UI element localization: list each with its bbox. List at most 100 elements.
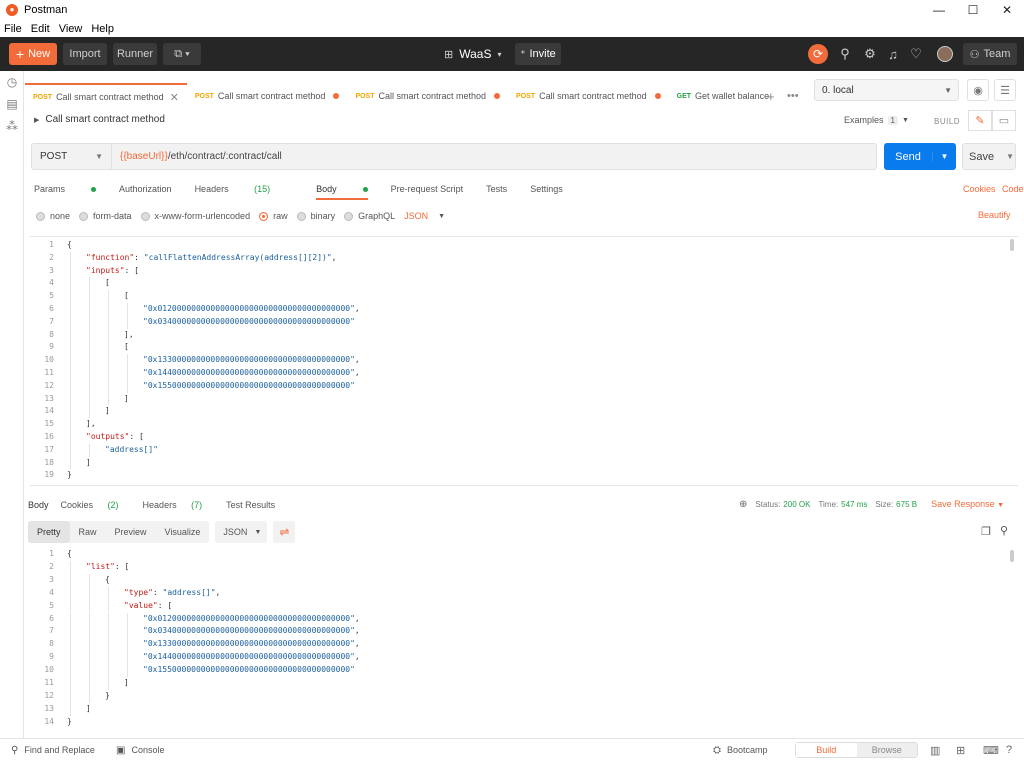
workspace-switcher[interactable]: ⊞ WaaS ▾ — [444, 43, 501, 65]
maximize-button[interactable]: ☐ — [956, 0, 990, 20]
collections-icon[interactable]: ▤ — [0, 93, 24, 115]
request-tab[interactable]: GET Get wallet balance — [669, 83, 777, 109]
examples-dropdown[interactable]: Examples 1 ▼ — [844, 115, 909, 125]
new-window-button[interactable]: ⧉ ▾ — [163, 43, 201, 65]
window-plus-icon: ⧉ ▾ — [174, 47, 190, 60]
send-options-chevron-icon[interactable]: ▼ — [932, 152, 956, 161]
request-tab[interactable]: POST Call smart contract method ✕ — [25, 83, 187, 109]
keyboard-shortcuts-icon[interactable]: ⌨ — [983, 744, 999, 757]
indent-guide — [70, 405, 71, 419]
minimize-button[interactable]: — — [922, 0, 956, 20]
indent-guide — [70, 586, 71, 600]
beautify-link[interactable]: Beautify — [978, 210, 1011, 220]
tab-authorization[interactable]: Authorization — [119, 180, 172, 200]
code-text: [ — [124, 290, 129, 302]
code-token: , — [331, 252, 337, 262]
menu-file[interactable]: File — [4, 23, 22, 35]
url-input[interactable]: {{baseUrl}}/eth/contract/:contract/call — [112, 151, 282, 162]
view-visualize[interactable]: Visualize — [156, 521, 210, 543]
find-replace-button[interactable]: ⚲ Find and Replace — [11, 745, 95, 756]
save-response-button[interactable]: Save Response ▼ — [931, 499, 1004, 509]
build-toggle[interactable]: Build — [796, 743, 857, 757]
copy-icon[interactable]: ❐ — [981, 525, 991, 538]
close-window-button[interactable]: ✕ — [990, 0, 1024, 20]
response-format-select[interactable]: JSON ▼ — [215, 521, 268, 543]
indent-guide — [127, 379, 128, 393]
import-button[interactable]: Import — [63, 43, 107, 65]
search-icon[interactable]: ⚲ — [1000, 524, 1008, 537]
save-button[interactable]: Save ▼ — [962, 143, 1016, 170]
heart-icon[interactable]: ♡ — [905, 43, 927, 65]
code-line: 15], — [30, 418, 1000, 430]
radio-form-data[interactable]: form-data — [79, 211, 132, 221]
tab-tests[interactable]: Tests — [486, 180, 507, 200]
tab-settings[interactable]: Settings — [530, 180, 563, 200]
request-tab[interactable]: POST Call smart contract method — [508, 83, 669, 109]
browse-toggle[interactable]: Browse — [856, 743, 917, 757]
apis-icon[interactable]: ⁂ — [0, 115, 24, 137]
view-raw[interactable]: Raw — [70, 521, 106, 543]
code-token: ] — [124, 393, 129, 403]
comments-icon[interactable]: ▭ — [992, 110, 1016, 131]
send-button[interactable]: Send ▼ — [884, 143, 956, 170]
indent-guide — [70, 367, 71, 380]
menu-view[interactable]: View — [59, 23, 83, 35]
request-body-editor[interactable]: 1{2 "function": "callFlattenAddressArray(… — [30, 236, 1018, 486]
team-button[interactable]: ⚇ Team — [963, 43, 1017, 65]
code-link[interactable]: Code — [1002, 184, 1024, 194]
radio-none[interactable]: none — [36, 211, 70, 221]
environment-quicklook-eye-icon[interactable]: ◉ — [967, 79, 989, 101]
response-body-viewer[interactable]: 1{2 "list": [3{4 "type": "address[]", 5 "val… — [30, 548, 1018, 734]
console-button[interactable]: ▣ Console — [116, 745, 164, 756]
settings-gear-icon[interactable]: ⚙ — [859, 43, 881, 65]
cookies-link[interactable]: Cookies — [963, 184, 996, 194]
request-name[interactable]: ▶ Call smart contract method — [34, 114, 165, 125]
new-button[interactable]: + New — [9, 43, 57, 65]
view-preview[interactable]: Preview — [106, 521, 156, 543]
request-tab[interactable]: POST Call smart contract method — [347, 83, 508, 109]
code-token: "function" — [86, 252, 135, 262]
menu-help[interactable]: Help — [91, 23, 114, 35]
code-text: "address[]" — [105, 444, 158, 456]
code-line: 8], — [30, 329, 1000, 341]
unsaved-dot-icon — [333, 93, 340, 99]
response-tab-headers[interactable]: Headers (7) — [143, 500, 215, 510]
view-pretty[interactable]: Pretty — [28, 521, 70, 543]
layout-icon[interactable]: ⊞ — [956, 744, 965, 757]
close-tab-icon[interactable]: ✕ — [170, 91, 179, 104]
raw-format-select[interactable]: JSON ▼ — [404, 211, 445, 221]
radio-binary[interactable]: binary — [296, 211, 335, 221]
avatar[interactable] — [937, 46, 953, 62]
method-select[interactable]: POST ▼ — [32, 144, 112, 169]
radio-graphql[interactable]: GraphQL — [344, 211, 395, 221]
add-tab-icon[interactable]: + — [767, 89, 775, 104]
tab-params[interactable]: Params — [34, 180, 97, 200]
response-scrollbar[interactable] — [1010, 550, 1014, 562]
radio-raw[interactable]: raw — [259, 211, 288, 221]
help-icon[interactable]: ? — [1006, 744, 1012, 756]
radio-urlencoded[interactable]: x-www-form-urlencoded — [140, 211, 250, 221]
editor-scrollbar[interactable] — [1010, 239, 1014, 251]
manage-environments-icon[interactable]: ☰ — [994, 79, 1016, 101]
response-tab-body[interactable]: Body — [28, 500, 49, 510]
response-tab-test-results[interactable]: Test Results — [226, 500, 275, 510]
runner-button[interactable]: Runner — [113, 43, 157, 65]
notification-bell-icon[interactable]: ♫ — [882, 43, 904, 65]
tab-body[interactable]: Body — [316, 180, 368, 200]
tab-prerequest-script[interactable]: Pre-request Script — [391, 180, 464, 200]
bootcamp-button[interactable]: ⛭ Bootcamp — [713, 745, 768, 756]
environment-select[interactable]: 0. local ▼ — [814, 79, 959, 101]
edit-pencil-icon[interactable]: ✎ — [968, 110, 992, 131]
more-tabs-icon[interactable]: ••• — [787, 90, 799, 102]
indent-guide — [89, 315, 90, 329]
tab-headers[interactable]: Headers (15) — [195, 180, 294, 200]
invite-button[interactable]: ⁺ Invite — [515, 43, 561, 65]
history-icon[interactable]: ◷ — [0, 71, 24, 93]
sync-icon[interactable]: ⟳ — [808, 44, 828, 64]
request-tab[interactable]: POST Call smart contract method — [187, 83, 348, 109]
two-pane-view-icon[interactable]: ▥ — [930, 744, 940, 757]
response-tab-cookies[interactable]: Cookies (2) — [61, 500, 131, 510]
menu-edit[interactable]: Edit — [31, 23, 50, 35]
wrap-lines-icon[interactable]: ⇌ — [273, 521, 296, 543]
satellite-icon[interactable]: ⚲ — [834, 43, 856, 65]
